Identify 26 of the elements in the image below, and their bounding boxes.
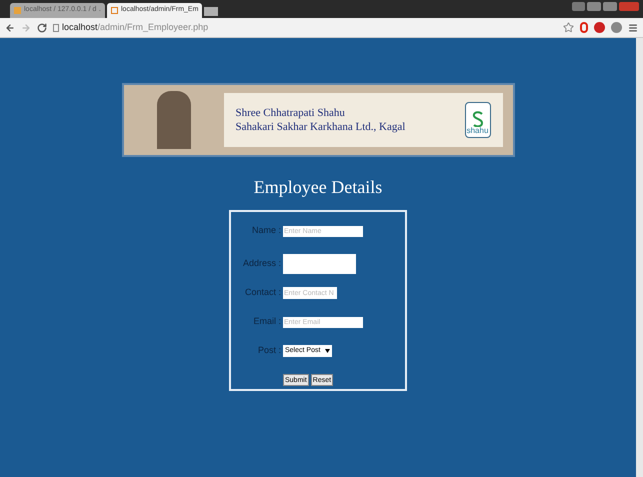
field-label: Email : xyxy=(252,315,282,328)
company-name: Sahakari Sakhar Karkhana Ltd., Kagal xyxy=(236,120,406,134)
maximize-button[interactable] xyxy=(603,2,617,11)
page-title: Employee Details xyxy=(254,176,382,199)
reload-icon[interactable] xyxy=(37,22,47,32)
portrait-placeholder xyxy=(156,91,190,149)
menu-icon[interactable] xyxy=(628,22,638,32)
page-icon xyxy=(111,7,118,14)
field-label: Address : xyxy=(242,257,282,270)
back-icon[interactable] xyxy=(5,22,15,32)
minimize-button[interactable] xyxy=(587,2,601,11)
swirl-icon xyxy=(470,111,484,127)
extension-icon[interactable] xyxy=(594,22,605,33)
dropdown-arrow-icon xyxy=(325,349,330,353)
extension-icon[interactable] xyxy=(580,22,588,33)
star-icon[interactable] xyxy=(563,22,574,33)
field-label: Name : xyxy=(250,224,282,238)
field-label: Contact : xyxy=(244,286,282,300)
company-name: Shree Chhatrapati Shahu xyxy=(236,106,346,120)
page-icon xyxy=(14,7,21,14)
logo-text: shahu xyxy=(466,127,488,135)
field-label: Post : xyxy=(256,344,282,358)
forward-icon[interactable] xyxy=(21,22,31,32)
address-bar[interactable]: localhost/admin/Frm_Employeer.php xyxy=(53,20,557,34)
extension-icon[interactable] xyxy=(611,22,622,33)
page-icon xyxy=(53,24,59,32)
